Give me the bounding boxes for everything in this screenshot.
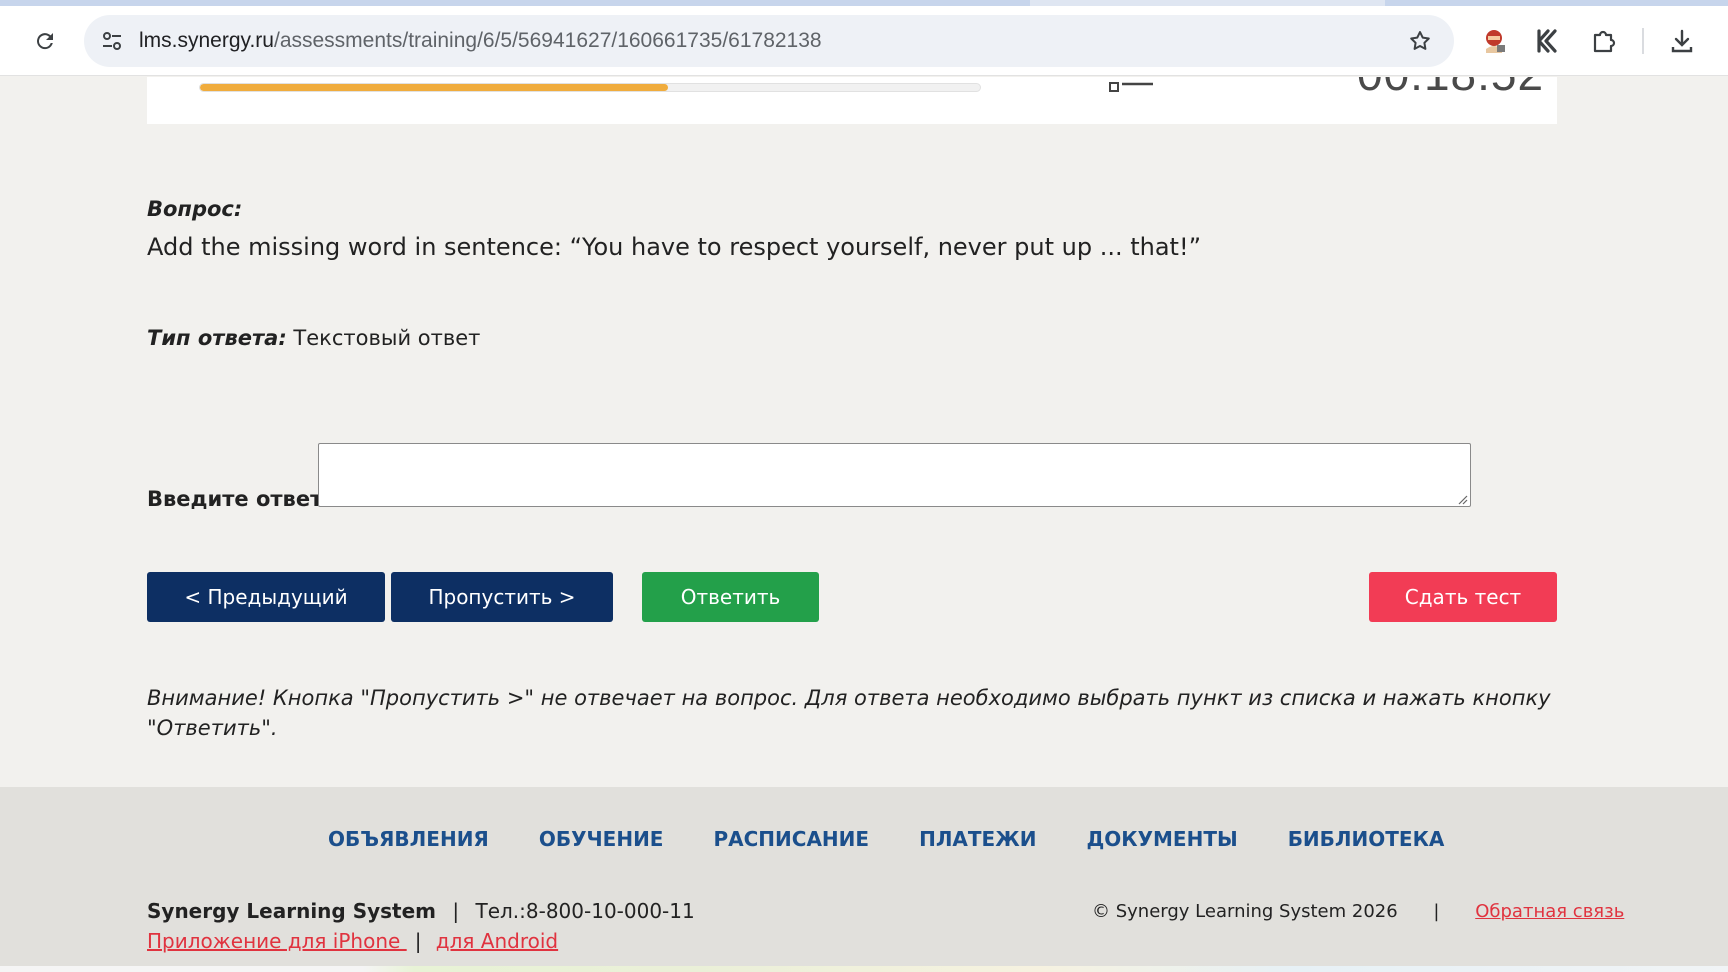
- footer-copyright-line: © Synergy Learning System 2026 | Обратна…: [1092, 901, 1624, 922]
- footer-nav-documents[interactable]: ДОКУМЕНТЫ: [1086, 827, 1237, 851]
- bookmark-star-icon[interactable]: [1404, 25, 1436, 57]
- extension-avatar-icon[interactable]: [1477, 24, 1511, 58]
- answer-type-row: Тип ответа: Текстовый ответ: [147, 326, 480, 350]
- question-label: Вопрос:: [147, 197, 243, 221]
- reload-icon[interactable]: [28, 24, 62, 58]
- question-text: Add the missing word in sentence: “You h…: [147, 233, 1202, 261]
- submit-test-button[interactable]: Сдать тест: [1369, 572, 1557, 622]
- toolbar-separator: [1642, 28, 1644, 54]
- answer-type-label: Тип ответа:: [147, 326, 287, 350]
- answer-textarea[interactable]: [318, 443, 1471, 507]
- iphone-app-link[interactable]: Приложение для iPhone: [147, 929, 407, 953]
- answer-input-label: Введите ответ:: [147, 487, 331, 511]
- footer-nav-schedule[interactable]: РАСПИСАНИЕ: [713, 827, 869, 851]
- timer: 00:18:52: [1357, 77, 1544, 101]
- resize-grip-icon[interactable]: [1456, 493, 1468, 505]
- url-path: /assessments/training/6/5/56941627/16066…: [273, 29, 822, 52]
- browser-toolbar: lms.synergy.ru/assessments/training/6/5/…: [0, 6, 1728, 76]
- skip-button[interactable]: Пропустить >: [391, 572, 613, 622]
- android-app-link[interactable]: для Android: [436, 929, 558, 953]
- extensions-puzzle-icon[interactable]: [1587, 24, 1621, 58]
- address-bar[interactable]: lms.synergy.ru/assessments/training/6/5/…: [84, 15, 1454, 67]
- footer-nav-learning[interactable]: ОБУЧЕНИЕ: [539, 827, 664, 851]
- test-progress-bar: [199, 83, 981, 92]
- bottom-strip: [0, 966, 1728, 972]
- footer-nav-payments[interactable]: ПЛАТЕЖИ: [919, 827, 1036, 851]
- footer-nav-announcements[interactable]: ОБЪЯВЛЕНИЯ: [328, 827, 489, 851]
- footer-divider: |: [414, 929, 422, 953]
- url-text[interactable]: lms.synergy.ru/assessments/training/6/5/…: [139, 29, 822, 53]
- page-footer: ОБЪЯВЛЕНИЯ ОБУЧЕНИЕ РАСПИСАНИЕ ПЛАТЕЖИ Д…: [0, 787, 1728, 972]
- footer-divider: |: [452, 899, 460, 923]
- kaspersky-extension-icon[interactable]: [1531, 24, 1565, 58]
- answer-type-value: Текстовый ответ: [293, 326, 481, 350]
- previous-button[interactable]: < Предыдущий: [147, 572, 385, 622]
- footer-brand: Synergy Learning System: [147, 899, 437, 923]
- download-icon[interactable]: [1665, 24, 1699, 58]
- url-domain: lms.synergy.ru: [139, 29, 274, 52]
- footer-nav-library[interactable]: БИБЛИОТЕКА: [1288, 827, 1445, 851]
- skip-warning-notice: Внимание! Кнопка "Пропустить >" не отвеч…: [147, 686, 1551, 740]
- answer-button[interactable]: Ответить: [642, 572, 819, 622]
- test-status-card: 00:18:52: [147, 77, 1557, 124]
- footer-nav: ОБЪЯВЛЕНИЯ ОБУЧЕНИЕ РАСПИСАНИЕ ПЛАТЕЖИ Д…: [328, 827, 1494, 851]
- footer-divider: |: [1433, 901, 1440, 922]
- footer-phone: Тел.:8-800-10-000-11: [475, 899, 695, 923]
- footer-copyright: © Synergy Learning System 2026: [1092, 901, 1398, 922]
- footer-brand-line: Synergy Learning System | Тел.:8-800-10-…: [147, 899, 695, 923]
- footer-apps-line: Приложение для iPhone | для Android: [147, 929, 558, 953]
- feedback-link[interactable]: Обратная связь: [1475, 901, 1624, 922]
- site-info-icon[interactable]: [96, 25, 128, 57]
- list-icon[interactable]: [1109, 79, 1159, 93]
- progress-fill: [200, 84, 668, 91]
